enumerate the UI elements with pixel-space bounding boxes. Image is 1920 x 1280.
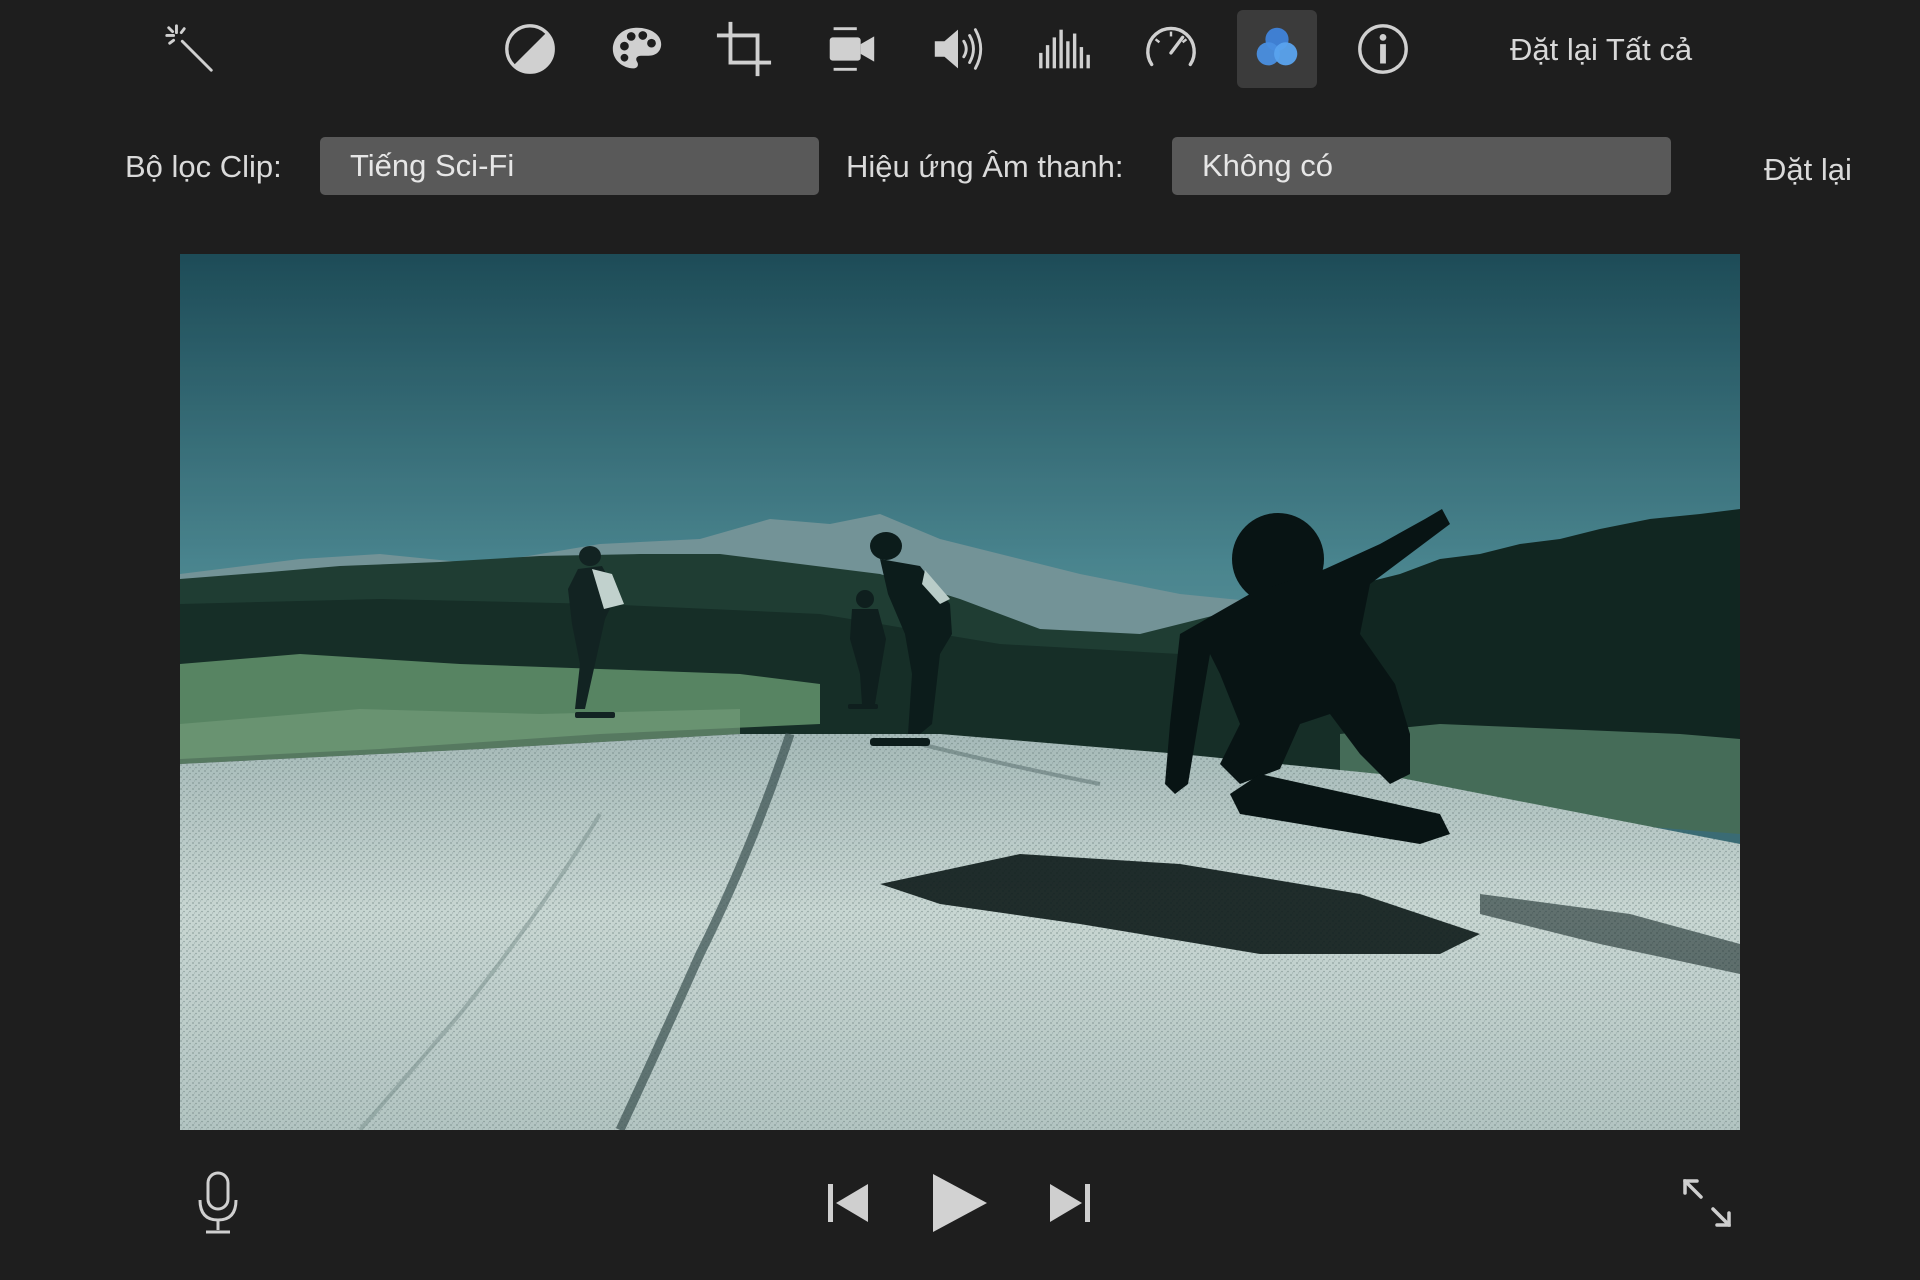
stabilization-camera-icon: [829, 27, 875, 71]
skip-forward-icon: [1050, 1184, 1090, 1222]
video-viewer[interactable]: [180, 254, 1740, 1130]
stabilization-button[interactable]: [811, 10, 891, 88]
clip-filter-button[interactable]: [1237, 10, 1317, 88]
audio-effect-dropdown[interactable]: Không có: [1172, 137, 1671, 195]
enhance-wand-icon: [165, 24, 213, 72]
color-correction-button[interactable]: [597, 10, 677, 88]
crop-button[interactable]: [704, 10, 784, 88]
color-correction-palette-icon: [612, 27, 662, 69]
voiceover-button[interactable]: [190, 1168, 246, 1238]
microphone-icon: [198, 1171, 238, 1234]
volume-icon: [934, 28, 983, 70]
clip-filter-label: Bộ lọc Clip:: [125, 149, 282, 184]
audio-effect-label: Hiệu ứng Âm thanh:: [846, 149, 1124, 184]
crop-icon: [716, 21, 772, 77]
speed-button[interactable]: [1131, 10, 1211, 88]
color-balance-icon: [505, 24, 555, 74]
fullscreen-icon: [1683, 1179, 1731, 1227]
reset-button[interactable]: Đặt lại: [1764, 148, 1874, 192]
play-button[interactable]: [924, 1165, 994, 1241]
fullscreen-button[interactable]: [1676, 1172, 1738, 1234]
clip-filter-icon: [1256, 27, 1298, 66]
speed-gauge-icon: [1146, 26, 1196, 67]
skip-forward-button[interactable]: [1042, 1175, 1098, 1231]
volume-button[interactable]: [918, 10, 998, 88]
clip-filter-dropdown[interactable]: Tiếng Sci-Fi: [320, 137, 819, 195]
reset-all-button[interactable]: Đặt lại Tất cả: [1510, 28, 1770, 72]
play-icon: [933, 1174, 987, 1232]
skip-back-icon: [828, 1184, 868, 1222]
skip-back-button[interactable]: [820, 1175, 876, 1231]
video-frame: [180, 254, 1740, 1130]
noise-reduction-button[interactable]: [1024, 10, 1104, 88]
info-icon: [1358, 24, 1408, 74]
noise-reduction-equalizer-icon: [1039, 29, 1090, 69]
info-button[interactable]: [1343, 10, 1423, 88]
color-balance-button[interactable]: [490, 10, 570, 88]
enhance-button[interactable]: [150, 10, 230, 88]
